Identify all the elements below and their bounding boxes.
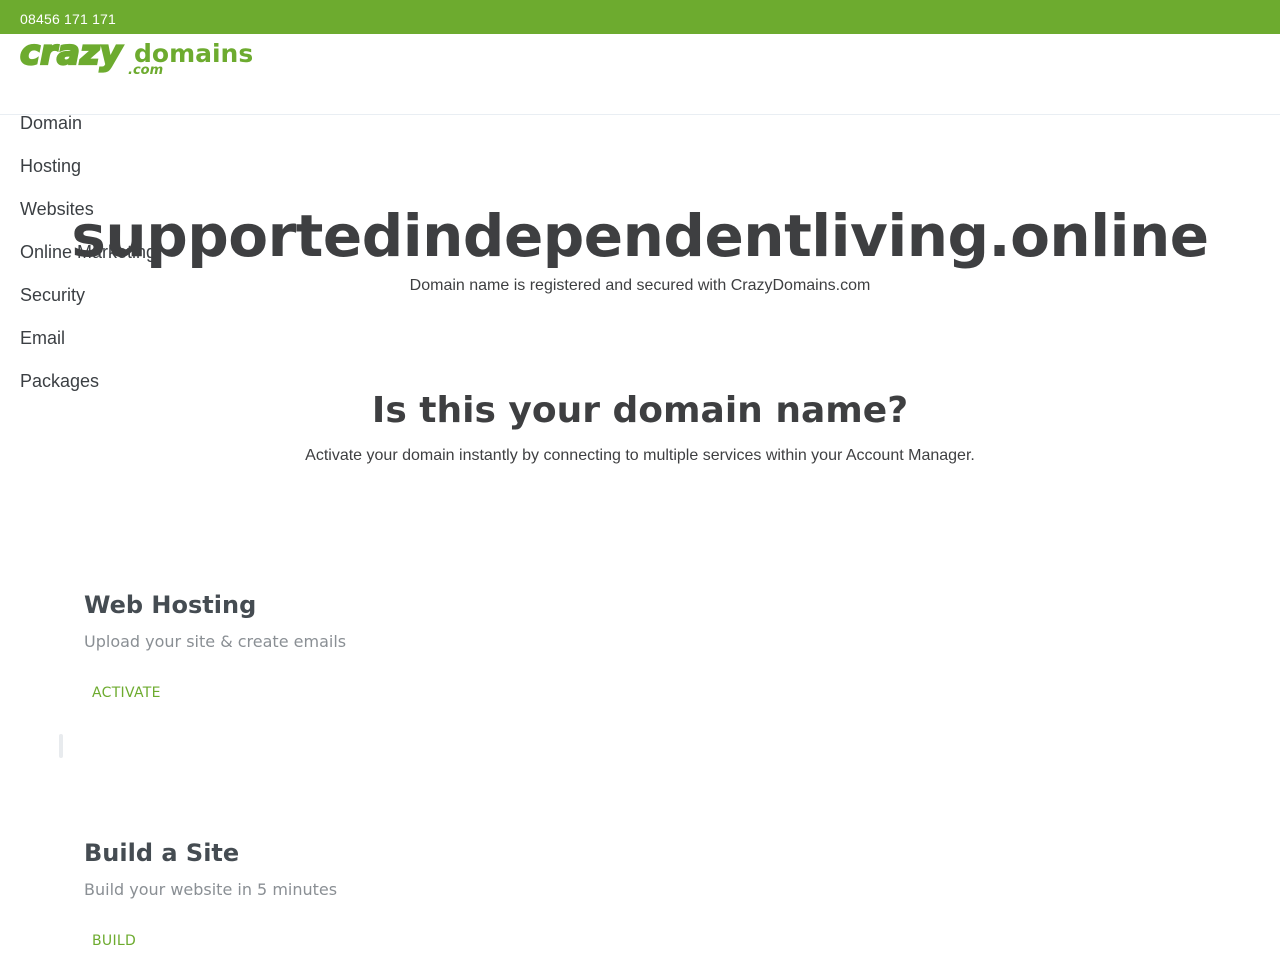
card-title: Build a Site (84, 839, 240, 867)
nav-item-label: Packages (20, 371, 100, 391)
nav-item-label: Domain (20, 113, 83, 133)
divider (59, 734, 63, 758)
domain-name-title: supportedindependentliving.online (71, 202, 1209, 270)
nav-item-security[interactable]: Security (20, 284, 156, 327)
nav-item-hosting[interactable]: Hosting (20, 155, 156, 198)
nav-item-email[interactable]: Email (20, 327, 156, 370)
nav-item-label: Email (20, 328, 66, 348)
domain-status-subtitle: Domain name is registered and secured wi… (409, 277, 871, 294)
card-description: Build your website in 5 minutes (84, 880, 338, 899)
service-card-build-site: Build a Site Build your website in 5 min… (84, 838, 684, 950)
site-header: crazy crazy domains .com (0, 34, 1280, 115)
svg-text:.com: .com (128, 63, 163, 78)
card-description: Upload your site & create emails (84, 632, 347, 651)
nav-item-packages[interactable]: Packages (20, 370, 156, 413)
service-card-web-hosting: Web Hosting Upload your site & create em… (84, 590, 684, 702)
crazydomains-logo[interactable]: crazy crazy domains .com (20, 34, 252, 78)
nav-item-label: Security (20, 285, 86, 305)
card-title: Web Hosting (84, 591, 257, 619)
top-bar: 08456 171 171 (0, 0, 1280, 34)
nav-item-domain[interactable]: Domain (20, 112, 156, 155)
activate-button[interactable]: ACTIVATE (92, 684, 161, 702)
nav-item-label: Hosting (20, 156, 82, 176)
phone-number[interactable]: 08456 171 171 (20, 10, 116, 28)
build-button[interactable]: BUILD (92, 932, 136, 950)
svg-text:crazy: crazy (20, 34, 124, 73)
ownership-question-title: Is this your domain name? (371, 390, 909, 431)
ownership-question-subtitle: Activate your domain instantly by connec… (305, 447, 975, 464)
